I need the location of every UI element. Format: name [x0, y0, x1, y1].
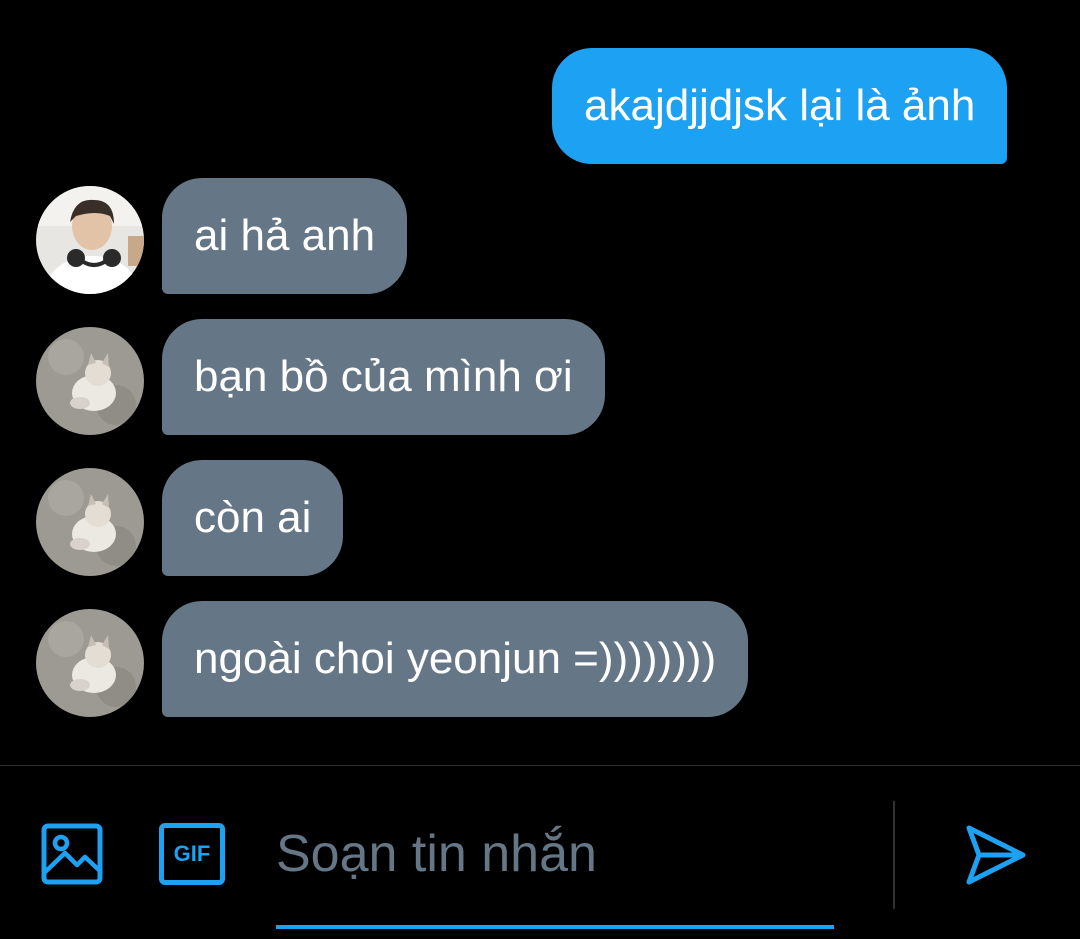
cat-avatar[interactable]	[36, 468, 144, 576]
message-input[interactable]	[276, 814, 834, 894]
message-list: akajdjjdjsk lại là ảnh ai hả anh bạn bồ …	[0, 0, 1080, 765]
composer-divider	[893, 801, 895, 909]
outgoing-message-bubble[interactable]: akajdjjdjsk lại là ảnh	[552, 48, 1008, 164]
message-composer: GIF	[0, 765, 1080, 939]
cat-avatar[interactable]	[36, 327, 144, 435]
gif-icon: GIF	[159, 823, 225, 885]
person-avatar[interactable]	[36, 186, 144, 294]
image-icon	[41, 823, 103, 885]
incoming-message-bubble[interactable]: bạn bồ của mình ơi	[162, 319, 605, 435]
incoming-message-bubble[interactable]: còn ai	[162, 460, 344, 576]
cat-avatar[interactable]	[36, 609, 144, 717]
send-icon	[966, 825, 1026, 885]
send-button[interactable]	[960, 822, 1030, 888]
gif-label: GIF	[173, 841, 211, 866]
input-focus-underline	[276, 925, 834, 929]
incoming-message-bubble[interactable]: ai hả anh	[162, 178, 408, 294]
add-image-button[interactable]	[40, 822, 104, 886]
incoming-message-bubble[interactable]: ngoài choi yeonjun =))))))))	[162, 601, 749, 717]
add-gif-button[interactable]: GIF	[159, 822, 225, 886]
